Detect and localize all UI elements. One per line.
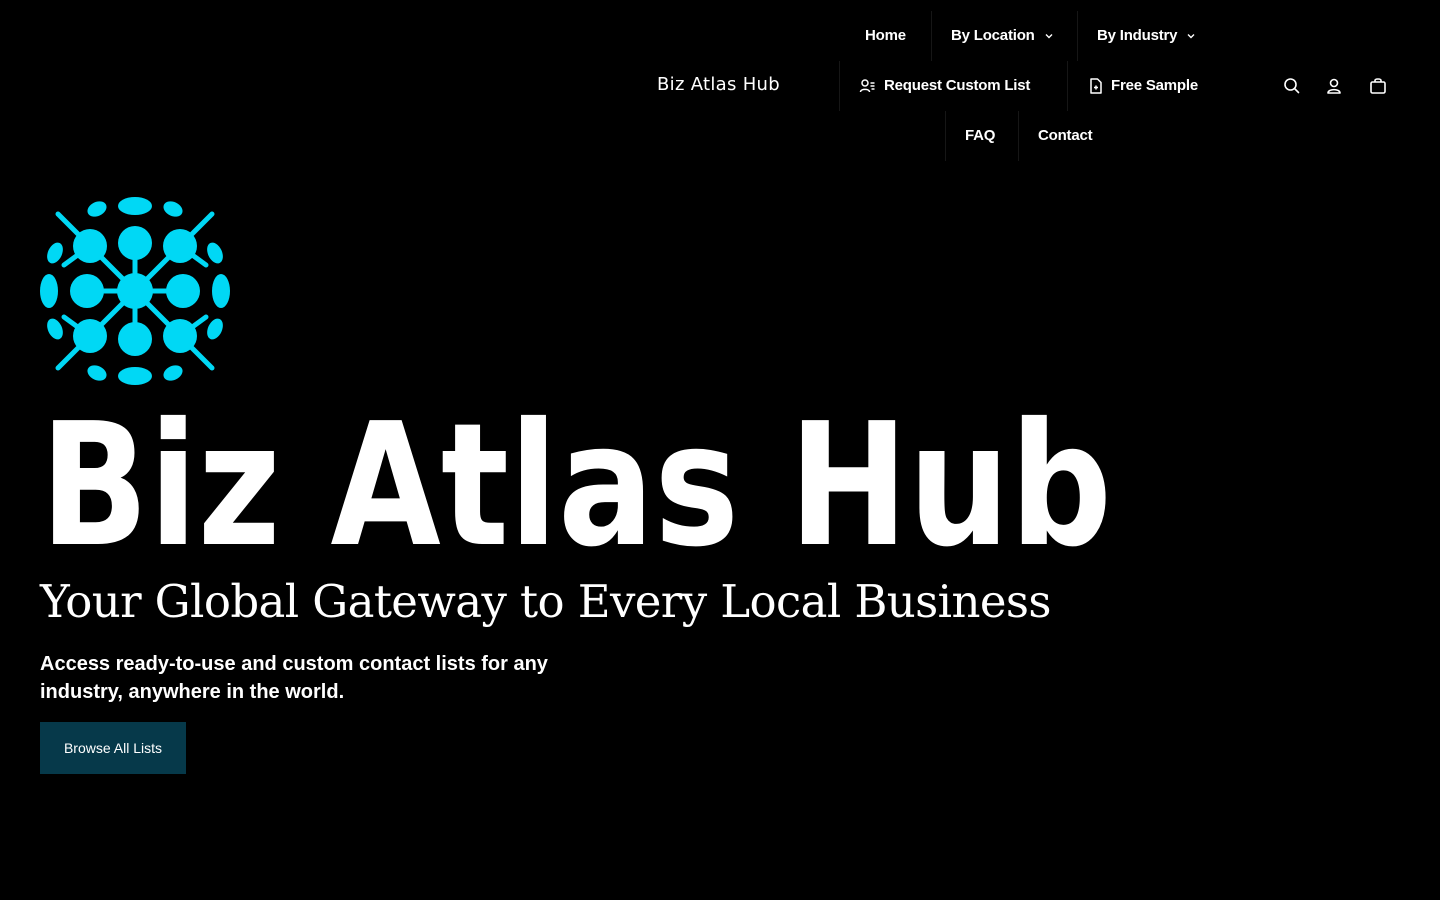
globe-logo-icon (40, 197, 230, 385)
bag-icon[interactable] (1368, 76, 1388, 96)
user-list-icon (859, 78, 876, 94)
nav-divider (945, 111, 946, 161)
hero-headline: Your Global Gateway to Every Local Busin… (40, 575, 1051, 628)
nav-request-custom-list[interactable]: Request Custom List (859, 77, 1030, 94)
nav-divider (1077, 11, 1078, 61)
search-icon[interactable] (1282, 76, 1302, 96)
nav-request-custom-list-label: Request Custom List (884, 77, 1031, 94)
nav-contact-label: Contact (1038, 127, 1093, 144)
nav-divider (931, 11, 932, 61)
brand-wordmark-text: Biz Atlas Hub (40, 392, 1112, 562)
nav-faq-label: FAQ (965, 127, 996, 144)
nav-divider (1018, 111, 1019, 161)
chevron-down-icon (1044, 31, 1054, 41)
nav-free-sample-label: Free Sample (1111, 77, 1199, 94)
nav-free-sample[interactable]: Free Sample (1089, 77, 1198, 94)
nav-faq[interactable]: FAQ (965, 127, 995, 144)
brand-link[interactable]: Biz Atlas Hub (657, 74, 780, 95)
nav-by-industry-label: By Industry (1097, 27, 1178, 44)
nav-by-location[interactable]: By Location (951, 27, 1054, 44)
nav-contact[interactable]: Contact (1038, 127, 1093, 144)
nav-by-industry[interactable]: By Industry (1097, 27, 1196, 44)
brand-wordmark: Biz Atlas Hub (40, 392, 1112, 562)
document-icon (1089, 77, 1103, 94)
chevron-down-icon (1186, 31, 1196, 41)
nav-divider (839, 61, 840, 111)
browse-all-lists-button[interactable]: Browse All Lists (40, 722, 186, 774)
nav-by-location-label: By Location (951, 27, 1035, 44)
hero-subheadline: Access ready-to-use and custom contact l… (40, 653, 548, 703)
nav-divider (1067, 61, 1068, 111)
nav-home-label: Home (865, 27, 906, 44)
user-icon[interactable] (1324, 76, 1344, 96)
nav-home[interactable]: Home (865, 27, 906, 44)
